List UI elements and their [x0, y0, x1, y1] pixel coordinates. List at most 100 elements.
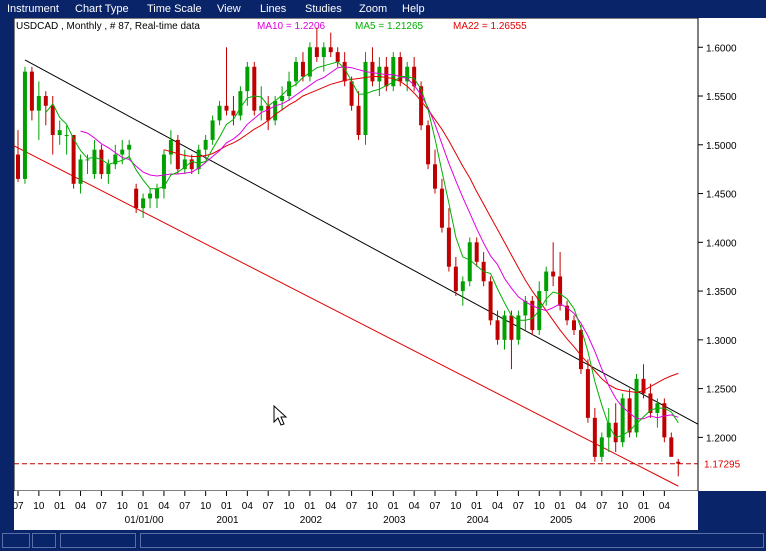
candle[interactable]: [467, 237, 472, 287]
menu-time-scale[interactable]: Time Scale: [147, 3, 202, 16]
candle-body: [273, 100, 278, 121]
candle-body: [509, 315, 514, 340]
candle-body: [29, 71, 34, 111]
candle-body: [92, 149, 97, 175]
candle-body: [474, 242, 479, 262]
candle-body: [495, 320, 500, 340]
x-year-label: 2002: [300, 515, 323, 526]
candle[interactable]: [238, 86, 243, 121]
candle-body: [446, 227, 451, 267]
x-year-label: 2005: [550, 515, 573, 526]
y-tick-label: 1.2000: [706, 433, 737, 444]
candle[interactable]: [307, 42, 312, 82]
x-tick-label: 07: [14, 501, 24, 512]
candle-body: [321, 47, 326, 58]
menu-instrument[interactable]: Instrument: [7, 3, 59, 16]
x-tick-label: 04: [659, 501, 671, 512]
x-axis: 07 10 01 04 07 10 01 04 07 10 01 04 07 10 01 04 07 10 01 04…: [14, 491, 698, 530]
candle[interactable]: [516, 310, 521, 345]
candle[interactable]: [363, 52, 368, 145]
candle-body: [572, 320, 576, 331]
candle-body: [155, 188, 159, 199]
candle[interactable]: [634, 373, 639, 438]
legend-instrument: USDCAD , Monthly , # 87, Real-time data: [16, 21, 200, 32]
menu-lines[interactable]: Lines: [260, 3, 286, 16]
candle-body: [127, 144, 132, 150]
candle[interactable]: [99, 144, 104, 179]
candle-body: [669, 437, 674, 457]
x-year-label: 2001: [216, 515, 239, 526]
candle[interactable]: [620, 393, 625, 448]
candle-body: [460, 281, 465, 292]
y-tick-label: 1.4500: [706, 190, 737, 201]
x-tick-label: 10: [283, 501, 295, 512]
status-pane-1: [2, 533, 30, 548]
candle-body: [335, 52, 340, 62]
candle[interactable]: [530, 295, 535, 335]
x-tick-label: 01: [638, 501, 650, 512]
x-year-label: 2006: [633, 515, 656, 526]
menu-studies[interactable]: Studies: [305, 3, 342, 16]
candle-body: [544, 271, 549, 292]
candle-body: [439, 188, 444, 228]
legend-ma10: MA10 = 1.2206: [257, 21, 326, 32]
candle[interactable]: [391, 52, 396, 92]
candle-body: [99, 149, 104, 175]
menu-zoom[interactable]: Zoom: [359, 3, 387, 16]
candle[interactable]: [252, 61, 257, 116]
x-tick-label: 04: [242, 501, 254, 512]
candle-body: [196, 149, 201, 170]
menu-chart-type[interactable]: Chart Type: [75, 3, 129, 16]
candle-body: [467, 242, 472, 282]
candle-body: [43, 96, 48, 106]
chart-area[interactable]: USDCAD , Monthly , # 87, Real-time data …: [13, 17, 766, 530]
candle-body: [266, 105, 271, 121]
x-tick-label: 10: [33, 501, 45, 512]
menu-view[interactable]: View: [217, 3, 241, 16]
candle[interactable]: [662, 398, 667, 443]
x-tick-label: 07: [346, 501, 358, 512]
candle-body: [453, 266, 458, 292]
candle-body: [245, 66, 250, 92]
candle-body: [328, 47, 333, 53]
x-tick-label: 10: [367, 501, 379, 512]
candle-body: [363, 61, 368, 136]
status-bar: [0, 530, 766, 551]
current-price-label: 1.17295: [704, 460, 741, 471]
candle-body: [238, 91, 243, 116]
candle-body: [22, 71, 27, 179]
candle-body: [106, 164, 111, 175]
candle-body: [599, 437, 604, 457]
candle[interactable]: [426, 120, 431, 170]
y-tick-label: 1.2500: [706, 385, 737, 396]
candle[interactable]: [175, 135, 180, 175]
candle-body: [148, 193, 153, 199]
candle-body: [314, 47, 319, 58]
y-axis-background: [698, 18, 766, 491]
menu-help[interactable]: Help: [402, 3, 425, 16]
candle-body: [57, 130, 62, 136]
candle[interactable]: [71, 135, 76, 189]
legend-ma22: MA22 = 1.26555: [453, 21, 527, 32]
status-pane-4: [140, 533, 764, 548]
candle-body: [50, 105, 55, 136]
candle-body: [175, 139, 180, 170]
candle-body: [71, 135, 76, 184]
candle-body: [294, 61, 298, 82]
y-tick-label: 1.6000: [706, 43, 737, 54]
candle[interactable]: [22, 66, 27, 184]
x-tick-label: 04: [75, 501, 87, 512]
y-axis: 1.6000 1.5500 1.5000 1.4500 1.4000 1.3500 1.30…: [698, 18, 766, 491]
candle-body: [64, 135, 69, 137]
y-tick-label: 1.3000: [706, 336, 737, 347]
x-year-label: 01/01/00: [125, 515, 164, 526]
candle-body: [141, 198, 146, 209]
x-year-label: 2003: [383, 515, 406, 526]
candle-body: [252, 66, 257, 111]
price-chart[interactable]: USDCAD , Monthly , # 87, Real-time data …: [13, 17, 699, 492]
x-tick-label: 07: [596, 501, 608, 512]
x-tick-label: 01: [221, 501, 233, 512]
candle[interactable]: [488, 276, 493, 326]
candle-body: [356, 105, 361, 136]
candle-body: [300, 61, 305, 77]
